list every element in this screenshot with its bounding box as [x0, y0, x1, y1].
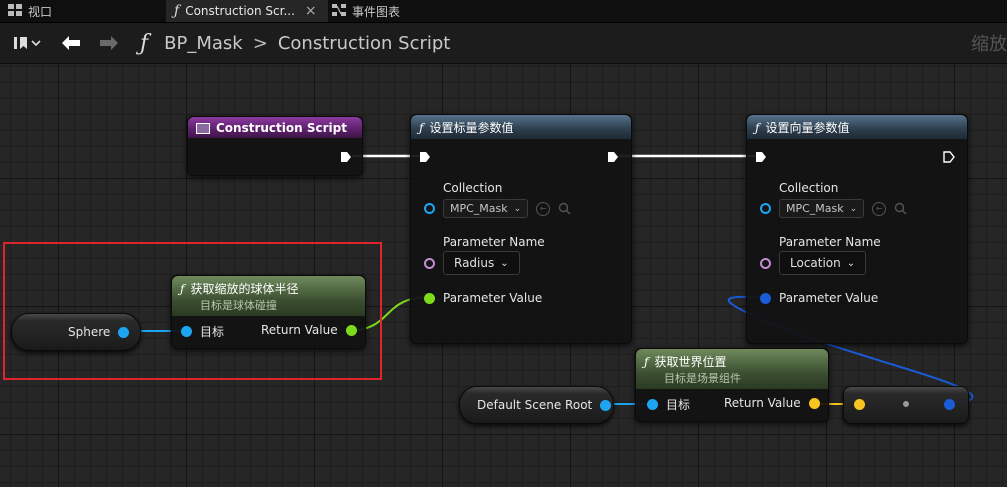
set-scalar-parameter-node[interactable]: ƒ 设置标量参数值 Collection MPC_Mask ⌄ ← Parame…: [410, 114, 632, 344]
arrow-left-icon: [62, 36, 80, 50]
parameter-value-pin-row: Parameter Value: [424, 291, 542, 305]
parameter-name-dropdown[interactable]: Location ⌄: [779, 251, 867, 275]
breadcrumb-blueprint[interactable]: BP_Mask: [164, 33, 243, 54]
collection-value: MPC_Mask: [450, 202, 508, 215]
function-icon: ƒ: [140, 30, 149, 56]
construction-script-node[interactable]: Construction Script: [187, 116, 363, 176]
collection-pin-row: MPC_Mask ⌄ ←: [760, 199, 907, 218]
exec-pin-icon: [341, 152, 351, 162]
browse-search-icon[interactable]: [558, 202, 571, 215]
event-icon: [196, 122, 210, 134]
function-icon: ƒ: [419, 120, 424, 135]
selection-highlight-box: [3, 242, 382, 380]
graph-toolbar: ƒ BP_Mask > Construction Script 缩放: [0, 23, 1007, 64]
chevron-down-icon: ⌄: [846, 257, 856, 269]
collection-label: Collection: [443, 181, 503, 195]
parameter-value-label: Parameter Value: [443, 291, 543, 305]
event-graph-icon: [332, 3, 346, 20]
parameter-name-pin-row: Location ⌄: [760, 251, 867, 275]
collection-combo[interactable]: MPC_Mask ⌄: [779, 199, 865, 218]
conversion-dot-icon: [903, 401, 909, 407]
tab-viewport[interactable]: 视口: [0, 0, 173, 22]
return-value-pin-row: Return Value: [724, 396, 820, 410]
use-selected-arrow-icon[interactable]: ←: [536, 201, 551, 216]
collection-combo[interactable]: MPC_Mask ⌄: [443, 199, 529, 218]
forward-button[interactable]: [94, 23, 124, 63]
parameter-value-label: Parameter Value: [779, 291, 879, 305]
chevron-down-icon: ⌄: [513, 203, 522, 214]
return-value-label: Return Value: [724, 396, 801, 410]
exec-pin-icon: [608, 152, 618, 162]
node-subtitle: 目标是场景组件: [664, 372, 741, 385]
color-pin-icon[interactable]: [760, 292, 771, 304]
object-pin-icon[interactable]: [600, 399, 612, 411]
node-title: 设置标量参数值: [429, 121, 514, 135]
chevron-down-icon: ⌄: [500, 257, 509, 269]
exec-in-pin[interactable]: [755, 151, 767, 163]
name-pin-icon[interactable]: [760, 257, 771, 269]
viewport-grid-icon: [8, 3, 22, 19]
tab-bar: 视口 ƒ Construction Scr... × 事件图表: [0, 0, 1007, 23]
breadcrumb-separator: >: [252, 32, 268, 54]
parameter-name-dropdown[interactable]: Radius ⌄: [443, 251, 520, 275]
tab-close-button[interactable]: ×: [305, 3, 317, 19]
exec-out-pin[interactable]: [607, 151, 619, 163]
tab-label: Construction Scr...: [185, 4, 295, 18]
parameter-name-label: Parameter Name: [779, 235, 881, 249]
bookmark-icon: [14, 37, 41, 49]
parameter-name-value: Radius: [454, 256, 495, 270]
function-icon: ƒ: [644, 354, 649, 369]
get-world-location-node[interactable]: ƒ 获取世界位置 目标是场景组件 目标 Return Value: [635, 348, 829, 422]
collection-label: Collection: [779, 181, 839, 195]
float-pin-icon[interactable]: [424, 292, 435, 304]
parameter-name-value: Location: [790, 256, 841, 270]
object-pin-icon[interactable]: [424, 203, 435, 214]
graph-canvas[interactable]: Construction Script ƒ 设置标量参数值 Collection…: [0, 64, 1007, 487]
target-label: 目标: [666, 398, 691, 412]
name-pin-icon[interactable]: [424, 257, 435, 269]
tab-construction-script[interactable]: ƒ Construction Scr... ×: [166, 0, 328, 22]
use-selected-arrow-icon[interactable]: ←: [872, 201, 887, 216]
set-vector-parameter-node[interactable]: ƒ 设置向量参数值 Collection MPC_Mask ⌄ ← Parame…: [746, 114, 968, 344]
parameter-value-pin-row: Parameter Value: [760, 291, 878, 305]
parameter-name-pin-row: Radius ⌄: [424, 251, 520, 275]
function-icon: ƒ: [174, 3, 180, 19]
breadcrumb-graph: Construction Script: [277, 32, 451, 54]
collection-pin-row: MPC_Mask ⌄ ←: [424, 199, 571, 218]
collection-value: MPC_Mask: [786, 202, 844, 215]
tab-label: 事件图表: [352, 4, 401, 19]
exec-out-pin[interactable]: [943, 151, 955, 163]
breadcrumb: ƒ BP_Mask > Construction Script: [140, 23, 450, 63]
node-title: 设置向量参数值: [765, 121, 850, 135]
function-icon: ƒ: [755, 120, 760, 135]
tab-event-graph[interactable]: 事件图表: [332, 0, 452, 22]
node-title: Construction Script: [216, 121, 347, 135]
exec-out-pin[interactable]: [340, 151, 352, 163]
variable-label: Default Scene Root: [477, 398, 593, 412]
node-title: 获取世界位置: [654, 355, 727, 369]
vector-pin-icon[interactable]: [808, 397, 820, 409]
conversion-node[interactable]: [843, 386, 969, 424]
bookmark-dropdown-button[interactable]: [8, 23, 46, 63]
exec-pin-icon: [943, 151, 955, 163]
color-pin-icon[interactable]: [944, 399, 955, 410]
object-pin-icon[interactable]: [760, 203, 771, 214]
object-pin-icon[interactable]: [647, 399, 658, 410]
arrow-right-icon: [100, 36, 118, 50]
zoom-label: 缩放: [971, 34, 1007, 55]
target-pin-row: 目标: [647, 396, 690, 413]
exec-pin-icon: [420, 152, 430, 162]
parameter-name-label: Parameter Name: [443, 235, 545, 249]
tab-label: 视口: [28, 4, 53, 19]
browse-search-icon[interactable]: [894, 202, 907, 215]
exec-pin-icon: [756, 152, 766, 162]
default-scene-root-variable-node[interactable]: Default Scene Root: [459, 386, 614, 424]
vector-pin-icon[interactable]: [854, 399, 865, 410]
back-button[interactable]: [56, 23, 86, 63]
exec-in-pin[interactable]: [419, 151, 431, 163]
chevron-down-icon: ⌄: [849, 203, 858, 214]
